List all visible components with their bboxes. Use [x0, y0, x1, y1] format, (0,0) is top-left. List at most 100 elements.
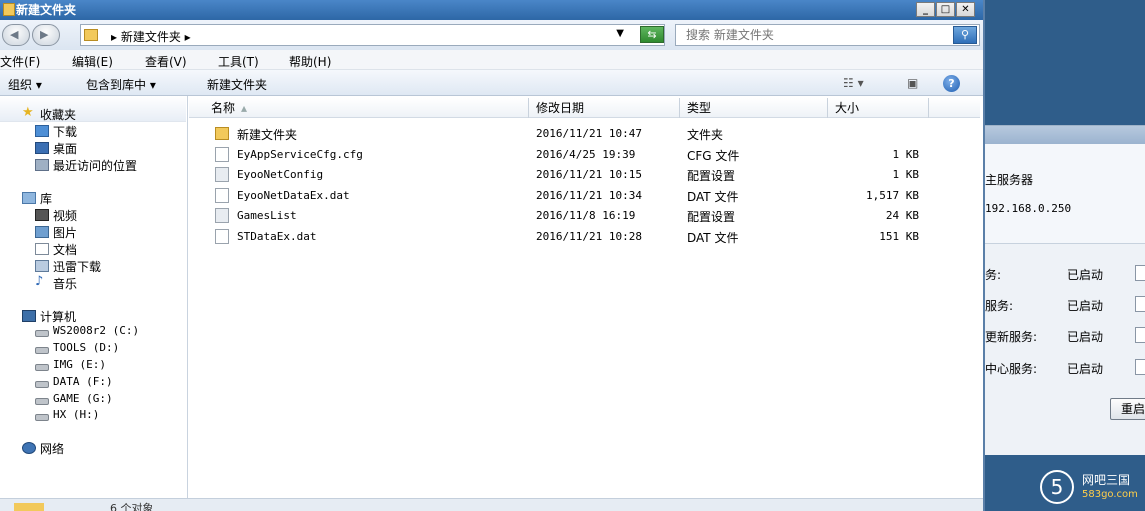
- file-modified: 2016/4/25 19:39: [536, 148, 636, 161]
- file-size: 1 KB: [892, 148, 920, 161]
- library-icon: [22, 192, 36, 204]
- menu-edit[interactable]: 编辑(E): [72, 53, 113, 70]
- table-row[interactable]: STDataEx.dat 2016/11/21 10:28 DAT 文件 151…: [189, 226, 980, 246]
- table-row[interactable]: 新建文件夹 2016/11/21 10:47 文件夹: [189, 123, 980, 143]
- close-button[interactable]: ✕: [956, 2, 975, 17]
- nav-label: 桌面: [53, 142, 78, 156]
- minimize-button[interactable]: _: [916, 2, 935, 17]
- host-ip: 192.168.0.250: [985, 202, 1072, 215]
- menu-file[interactable]: 文件(F): [0, 53, 40, 70]
- table-row[interactable]: EyooNetConfig 2016/11/21 10:15 配置设置 1 KB: [189, 164, 980, 184]
- include-in-library-button[interactable]: 包含到库中 ▾: [86, 76, 156, 93]
- new-folder-button[interactable]: 新建文件夹: [207, 76, 267, 93]
- file-size: 24 KB: [885, 209, 919, 222]
- preview-pane-icon[interactable]: ▣: [907, 76, 918, 90]
- file-type: DAT 文件: [687, 190, 739, 204]
- documents-icon: [35, 243, 49, 255]
- file-modified: 2016/11/21 10:15: [536, 168, 642, 181]
- service-status: 已启动: [1067, 362, 1104, 376]
- search-box: ⚲: [675, 24, 980, 46]
- column-label: 名称: [211, 101, 236, 115]
- recent-places-icon: [35, 159, 49, 171]
- file-type: 配置设置: [687, 169, 736, 183]
- file-name: STDataEx.dat: [237, 230, 317, 243]
- computer-icon: [22, 310, 36, 322]
- status-bar: 6 个对象: [0, 498, 983, 511]
- search-input[interactable]: [676, 25, 946, 45]
- refresh-button[interactable]: ⇆: [640, 26, 664, 43]
- service-checkbox[interactable]: [1135, 359, 1145, 375]
- file-icon: [215, 147, 229, 162]
- service-checkbox[interactable]: [1135, 327, 1145, 343]
- organize-button[interactable]: 组织 ▾: [8, 76, 42, 93]
- config-file-icon: [215, 167, 229, 182]
- help-icon[interactable]: ?: [943, 75, 960, 92]
- menu-tools[interactable]: 工具(T): [218, 53, 259, 70]
- title-bar[interactable]: 新建文件夹 _ □ ✕: [0, 0, 983, 20]
- nav-label: HX (H:): [53, 408, 100, 421]
- pictures-icon: [35, 226, 49, 238]
- logo-icon: 5: [1040, 470, 1074, 504]
- file-type: CFG 文件: [687, 149, 740, 163]
- chevron-down-icon[interactable]: ▼: [616, 28, 624, 39]
- sort-up-icon: ▴: [241, 101, 248, 115]
- column-modified[interactable]: 修改日期: [530, 98, 680, 118]
- service-checkbox[interactable]: [1135, 296, 1145, 312]
- nav-label: TOOLS (D:): [53, 341, 120, 354]
- back-button[interactable]: ◀: [2, 24, 30, 46]
- file-name: 新建文件夹: [237, 128, 298, 142]
- drive-icon: [35, 381, 49, 388]
- service-label: 中心服务:: [985, 362, 1038, 376]
- service-manager-window: 主服务器 192.168.0.250 务: 已启动 服务: 已启动 更新服务: …: [985, 125, 1145, 455]
- forward-button[interactable]: ▶: [32, 24, 60, 46]
- column-size[interactable]: 大小: [829, 98, 929, 118]
- watermark-title: 网吧三国: [1082, 473, 1131, 487]
- address-row: ◀ ▶ ▸ 新建文件夹 ▸ ▼ ⇆ ⚲: [0, 20, 983, 50]
- file-type: DAT 文件: [687, 231, 739, 245]
- breadcrumb[interactable]: ▸ 新建文件夹 ▸: [111, 28, 191, 45]
- file-modified: 2016/11/21 10:28: [536, 230, 642, 243]
- drive-icon: [35, 347, 49, 354]
- service-label: 服务:: [985, 299, 1014, 313]
- service-checkbox[interactable]: [1135, 265, 1145, 281]
- folder-icon: [14, 503, 44, 511]
- address-bar[interactable]: ▸ 新建文件夹 ▸ ▼: [80, 24, 665, 46]
- window-header: [985, 126, 1145, 144]
- drive-icon: [35, 414, 49, 421]
- file-type: 配置设置: [687, 210, 736, 224]
- explorer-window: 新建文件夹 _ □ ✕ ◀ ▶ ▸ 新建文件夹 ▸ ▼ ⇆ ⚲ 文件(F) 编辑…: [0, 0, 985, 511]
- nav-label: 迅雷下载: [53, 260, 102, 274]
- file-icon: [215, 229, 229, 244]
- nav-label: 库: [40, 192, 53, 206]
- video-icon: [35, 209, 49, 221]
- menu-view[interactable]: 查看(V): [145, 53, 187, 70]
- host-label: 主服务器: [985, 173, 1034, 187]
- nav-label: 音乐: [53, 277, 78, 291]
- service-status: 已启动: [1067, 299, 1104, 313]
- back-arrow-icon: ◀: [10, 28, 19, 41]
- drive-icon: [35, 398, 49, 405]
- drive-icon: [35, 330, 49, 337]
- nav-label: 文档: [53, 243, 78, 257]
- table-row[interactable]: GamesList 2016/11/8 16:19 配置设置 24 KB: [189, 205, 980, 225]
- network-icon: [22, 442, 36, 454]
- nav-label: 计算机: [40, 310, 77, 324]
- service-status: 已启动: [1067, 268, 1104, 282]
- restart-button[interactable]: 重启: [1110, 398, 1145, 420]
- table-row[interactable]: EyooNetDataEx.dat 2016/11/21 10:34 DAT 文…: [189, 185, 980, 205]
- view-options-icon[interactable]: ☷ ▾: [843, 76, 864, 90]
- column-name[interactable]: 名称 ▴: [205, 98, 529, 118]
- folder-icon: [84, 29, 98, 41]
- drive-icon: [35, 364, 49, 371]
- navigation-pane: ★ 收藏夹 下载 桌面 最近访问的位置 库 视频 图片 文档 迅雷下载 ♪ 音乐…: [0, 96, 188, 498]
- file-name: EyooNetDataEx.dat: [237, 189, 350, 202]
- search-icon[interactable]: ⚲: [953, 26, 977, 44]
- table-row[interactable]: EyAppServiceCfg.cfg 2016/4/25 19:39 CFG …: [189, 144, 980, 164]
- maximize-button[interactable]: □: [936, 2, 955, 17]
- file-size: 1 KB: [892, 168, 920, 181]
- nav-label: IMG (E:): [53, 358, 106, 371]
- menu-help[interactable]: 帮助(H): [289, 53, 331, 70]
- column-type[interactable]: 类型: [681, 98, 828, 118]
- file-size: 1,517 KB: [866, 189, 919, 202]
- forward-arrow-icon: ▶: [40, 28, 49, 41]
